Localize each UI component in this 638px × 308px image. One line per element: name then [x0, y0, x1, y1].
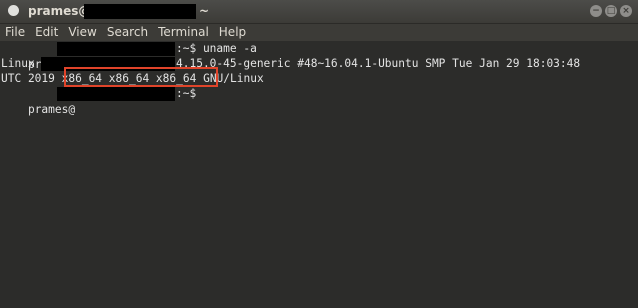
menu-search[interactable]: Search [102, 24, 153, 41]
redacted-hostname [57, 87, 175, 101]
maximize-button[interactable]: □ [605, 5, 617, 17]
menu-view[interactable]: View [63, 24, 101, 41]
kernel-info-text: 4.15.0-45-generic #48~16.04.1-Ubuntu SMP… [176, 57, 581, 70]
date-text: UTC 2019 [1, 72, 62, 85]
menu-file[interactable]: File [0, 24, 30, 41]
terminal-line-output-1: Linux [1, 57, 35, 70]
prompt-suffix: :~$ [176, 87, 197, 100]
redacted-hostname [84, 4, 196, 19]
terminal-app-icon [8, 5, 19, 16]
menu-terminal[interactable]: Terminal [153, 24, 214, 41]
close-button[interactable]: × [620, 5, 632, 17]
prompt-user: prames@ [27, 103, 76, 116]
window-title-path: ~ [199, 4, 210, 18]
redacted-hostname [57, 42, 175, 56]
command-text: :~$ uname -a [176, 42, 257, 55]
minimize-button[interactable]: − [590, 5, 602, 17]
architecture-highlight-box [64, 67, 218, 87]
terminal-output[interactable]: prames@ :~$ uname -a Linux 4.15.0-45-gen… [0, 41, 638, 308]
menu-edit[interactable]: Edit [30, 24, 63, 41]
menu-bar: File Edit View Search Terminal Help [0, 24, 638, 41]
title-bar: prames@p ~ − □ × [0, 0, 638, 24]
menu-help[interactable]: Help [214, 24, 251, 41]
